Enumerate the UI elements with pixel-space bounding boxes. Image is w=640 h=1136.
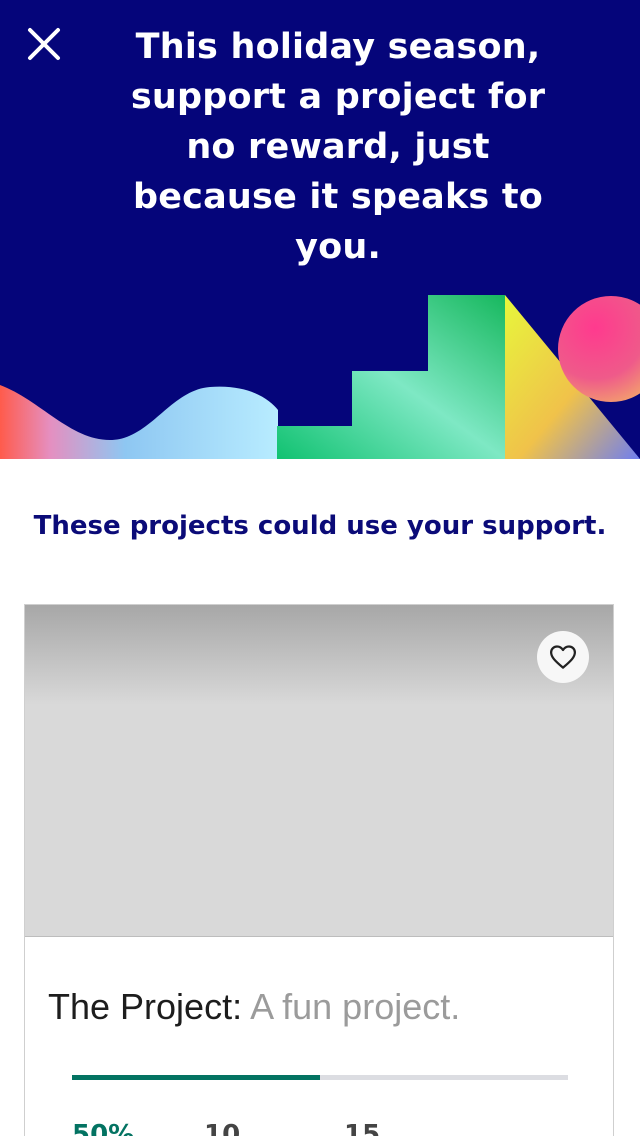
close-button[interactable] [22,22,66,66]
stat-percent-funded: 50% [72,1120,135,1136]
save-project-button[interactable] [537,631,589,683]
project-title[interactable]: The Project: A fun project. [48,980,460,1034]
hero-banner: This holiday season, support a project f… [0,0,640,459]
funding-progress-bar [72,1075,568,1080]
stat-backers: 10 [204,1120,241,1136]
project-card[interactable] [24,604,614,1136]
project-image[interactable] [25,605,613,937]
heart-icon [550,645,576,669]
close-icon [28,28,60,60]
project-blurb: A fun project. [242,986,461,1027]
page: This holiday season, support a project f… [0,0,640,1136]
project-stats: 50% 10 15 [72,1120,568,1136]
support-heading: These projects could use your support. [33,511,607,541]
funding-progress-fill [72,1075,320,1080]
project-name: The Project: [48,986,243,1027]
stat-days: 15 [344,1120,381,1136]
hero-title: This holiday season, support a project f… [130,27,546,267]
